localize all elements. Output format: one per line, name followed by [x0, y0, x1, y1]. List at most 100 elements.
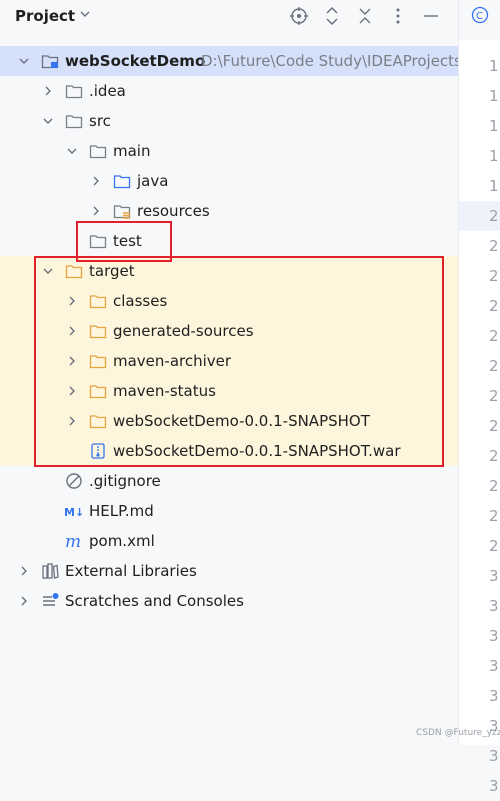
chevron-right-icon[interactable] [90, 175, 102, 187]
svg-text:m: m [65, 532, 81, 551]
tree-item-label: src [89, 112, 111, 130]
class-file-icon: C [471, 6, 489, 24]
line-number: 3 [489, 777, 499, 795]
gutter-line: 2 [459, 411, 500, 441]
tree-item-scratches[interactable]: Scratches and Consoles [0, 586, 458, 616]
line-number: 1 [489, 87, 499, 105]
chevron-down-icon[interactable] [18, 55, 30, 67]
expand-collapse-icon[interactable] [322, 6, 342, 26]
target-icon[interactable] [289, 6, 309, 26]
line-number: 3 [489, 687, 499, 705]
tree-item-test[interactable]: test [0, 226, 458, 256]
line-number: 3 [489, 567, 499, 585]
gutter-line: 1 [459, 171, 500, 201]
gutter-line: 3 [459, 621, 500, 651]
chevron-right-icon[interactable] [18, 565, 30, 577]
line-number: 2 [489, 447, 499, 465]
editor-gutter: C 1111122222222222233333333 [458, 0, 500, 795]
gutter-line: 3 [459, 561, 500, 591]
tree-item-label: Scratches and Consoles [65, 592, 244, 610]
line-number: 1 [489, 57, 499, 75]
tree-item-label: HELP.md [89, 502, 154, 520]
tree-item-label: .gitignore [89, 472, 161, 490]
gutter-line: 2 [459, 531, 500, 561]
line-number: 1 [489, 117, 499, 135]
chevron-down-icon[interactable] [42, 115, 54, 127]
collapse-all-icon[interactable] [355, 6, 375, 26]
line-number: 2 [489, 267, 499, 285]
ignored-file-icon [64, 471, 84, 491]
line-number: 2 [489, 207, 499, 225]
maven-icon: m [64, 531, 84, 551]
gutter-line: 3 [459, 681, 500, 711]
tree-item-label: resources [137, 202, 210, 220]
tree-item-root[interactable]: webSocketDemo D:\Future\Code Study\IDEAP… [0, 46, 462, 76]
more-vertical-icon[interactable] [388, 6, 408, 26]
tree-item-main[interactable]: main [0, 136, 458, 166]
tree-item-idea[interactable]: .idea [0, 76, 458, 106]
gutter-line: 3 [459, 591, 500, 621]
tree-item-pom[interactable]: m pom.xml [0, 526, 458, 556]
minimize-icon[interactable] [421, 6, 441, 26]
gutter-line: 2 [459, 291, 500, 321]
chevron-right-icon[interactable] [90, 205, 102, 217]
gutter-line: 2 [459, 501, 500, 531]
tree-item-help-md[interactable]: M↓ HELP.md [0, 496, 458, 526]
watermark: CSDN @Future_yzz [416, 728, 500, 738]
tree-item-label: pom.xml [89, 532, 155, 550]
gutter-line: 1 [459, 51, 500, 81]
gutter-line: 2 [459, 261, 500, 291]
line-number: 2 [489, 507, 499, 525]
line-number: 3 [489, 627, 499, 645]
line-number: 2 [489, 537, 499, 555]
chevron-right-icon[interactable] [18, 595, 30, 607]
editor-tab[interactable]: C [459, 0, 500, 40]
folder-icon [64, 81, 84, 101]
line-number: 3 [489, 657, 499, 675]
tree-item-resources[interactable]: resources [0, 196, 458, 226]
line-number: 3 [489, 747, 499, 765]
source-folder-icon [112, 171, 132, 191]
tree-item-external-libraries[interactable]: External Libraries [0, 556, 458, 586]
gutter-line: 1 [459, 81, 500, 111]
scratches-icon [40, 591, 60, 611]
chevron-right-icon[interactable] [42, 85, 54, 97]
svg-text:C: C [476, 11, 483, 22]
tree-item-label: .idea [89, 82, 126, 100]
tree-item-gitignore[interactable]: .gitignore [0, 466, 458, 496]
chevron-down-icon[interactable] [79, 8, 91, 20]
library-icon [40, 561, 60, 581]
gutter-line: 1 [459, 141, 500, 171]
tree-item-label: External Libraries [65, 562, 197, 580]
folder-icon [88, 141, 108, 161]
line-number: 1 [489, 147, 499, 165]
gutter-line: 2 [459, 441, 500, 471]
line-number: 2 [489, 357, 499, 375]
tree-item-src[interactable]: src [0, 106, 458, 136]
line-number: 2 [489, 237, 499, 255]
project-panel: Project webSocketDemo D:\Future\Code Stu… [0, 0, 462, 745]
line-number: 2 [489, 477, 499, 495]
markdown-icon: M↓ [64, 501, 84, 521]
gutter-line: 3 [459, 741, 500, 771]
resources-folder-icon [112, 201, 132, 221]
line-number: 2 [489, 387, 499, 405]
gutter-line: 3 [459, 771, 500, 801]
gutter-line: 2 [459, 351, 500, 381]
line-number: 1 [489, 177, 499, 195]
tree-item-label: main [113, 142, 151, 160]
gutter-line: 2 [459, 471, 500, 501]
chevron-down-icon[interactable] [66, 145, 78, 157]
gutter-line: 1 [459, 111, 500, 141]
svg-text:M↓: M↓ [64, 506, 84, 519]
annotation-box-target [34, 256, 444, 467]
panel-title[interactable]: Project [15, 7, 75, 25]
line-number: 2 [489, 297, 499, 315]
project-toolbar: Project [0, 0, 458, 32]
gutter-line: 3 [459, 651, 500, 681]
tree-item-label: webSocketDemo [65, 52, 206, 70]
tree-item-java[interactable]: java [0, 166, 458, 196]
line-number: 3 [489, 597, 499, 615]
module-folder-icon [40, 51, 60, 71]
gutter-line: 2 [459, 381, 500, 411]
